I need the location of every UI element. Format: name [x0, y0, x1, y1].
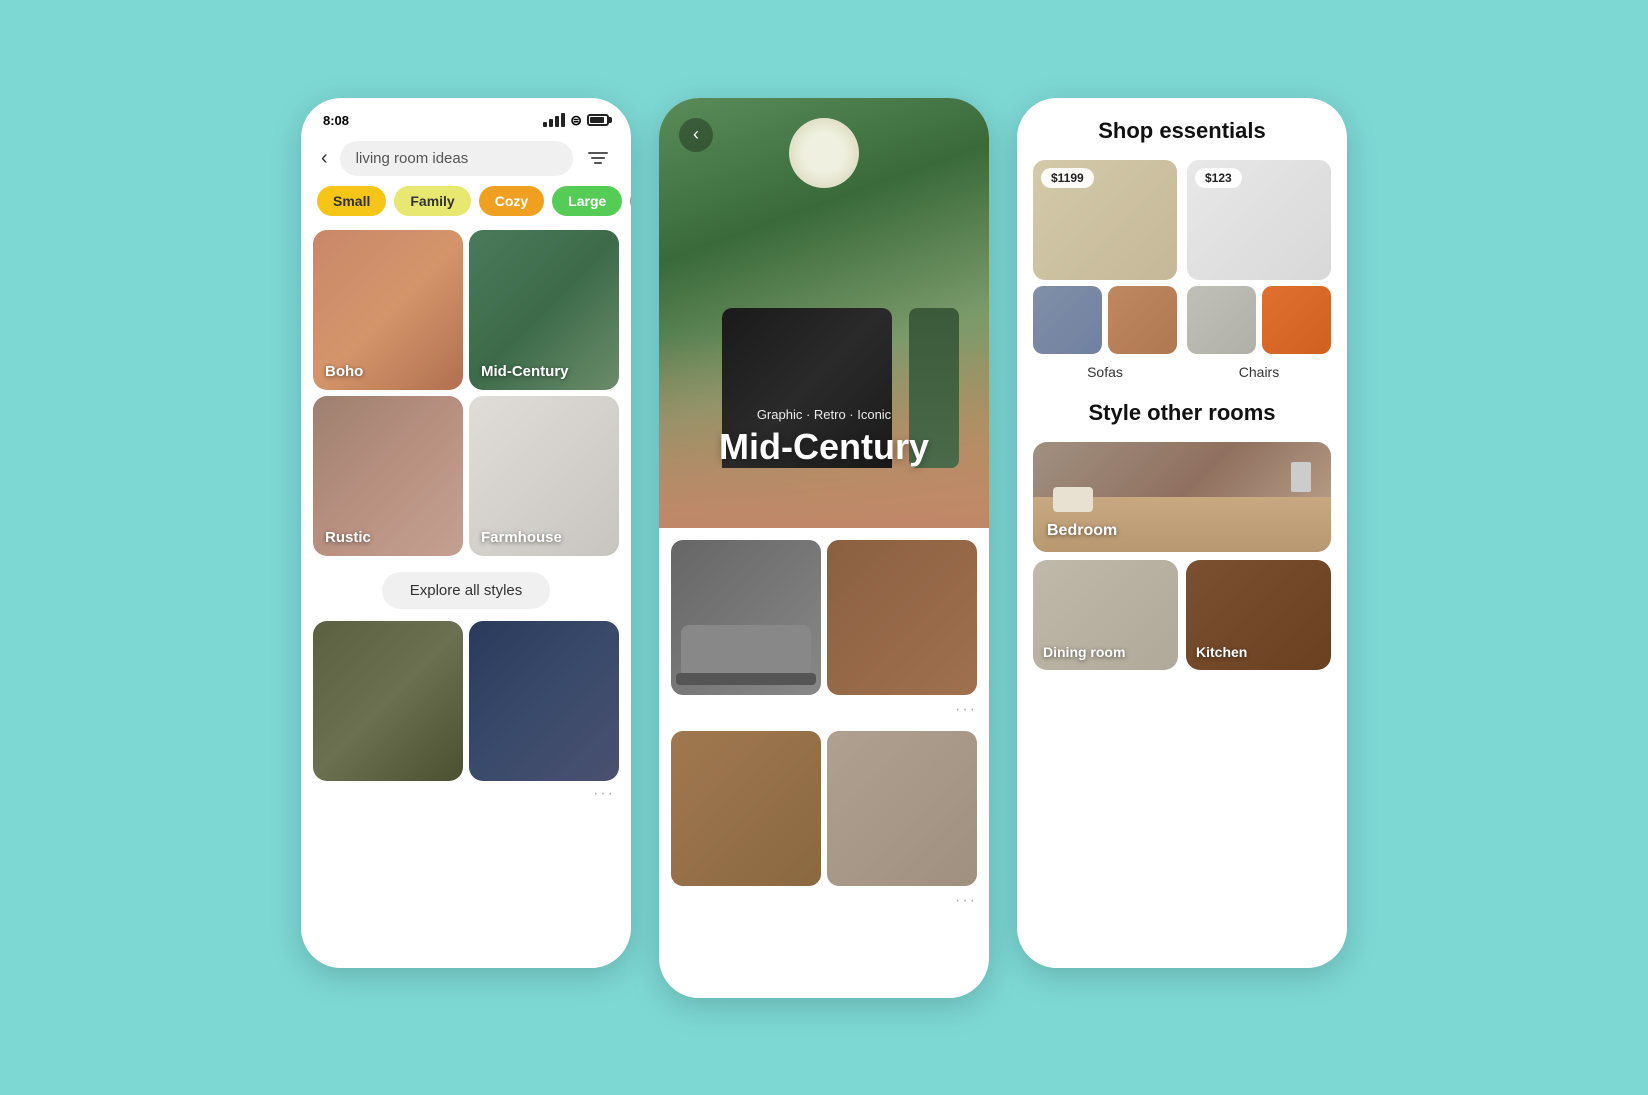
thumb-2[interactable] [827, 540, 977, 695]
filter-icon [588, 151, 608, 165]
thumbs-row-1 [659, 528, 989, 695]
hero-back-button[interactable]: ‹ [679, 118, 713, 152]
hero-text-overlay: Graphic · Retro · Iconic Mid-Century [719, 407, 929, 468]
style-rooms-title: Style other rooms [1033, 400, 1331, 426]
dining-label: Dining room [1043, 644, 1125, 660]
shop-section-title: Shop essentials [1033, 118, 1331, 144]
sofa-sub-1[interactable] [1033, 286, 1102, 354]
tags-row: Small Family Cozy Large Lay... [301, 186, 631, 230]
chair-main-item[interactable]: $123 [1187, 160, 1331, 280]
status-bar: 8:08 ⊜ [301, 98, 631, 135]
dots-row-2b: ··· [659, 886, 989, 916]
chair-sub-1[interactable] [1187, 286, 1256, 354]
tag-family[interactable]: Family [394, 186, 470, 216]
hero-lamp-decoration [789, 118, 859, 188]
phone-midcentury: ‹ Graphic · Retro · Iconic Mid-Century ·… [659, 98, 989, 998]
photo-item-2[interactable] [469, 621, 619, 781]
rooms-bottom-row: Dining room Kitchen [1033, 560, 1331, 670]
kitchen-label: Kitchen [1196, 644, 1247, 660]
search-bar-row: ‹ [301, 135, 631, 186]
room-bedroom[interactable]: Bedroom [1033, 442, 1331, 552]
signal-icon [543, 113, 565, 127]
style-midcentury[interactable]: Mid-Century [469, 230, 619, 390]
tag-small[interactable]: Small [317, 186, 386, 216]
phone-search: 8:08 ⊜ ‹ Small Family Co [301, 98, 631, 968]
explore-btn-row: Explore all styles [301, 556, 631, 621]
battery-icon [587, 114, 609, 126]
sofas-column: $1199 Sofas [1033, 160, 1177, 380]
thumb-3[interactable] [671, 731, 821, 886]
style-rustic-label: Rustic [325, 529, 371, 546]
phones-container: 8:08 ⊜ ‹ Small Family Co [301, 98, 1347, 998]
shop-grid: $1199 Sofas $123 [1033, 160, 1331, 380]
filter-button[interactable] [581, 141, 615, 175]
photo-item-1[interactable] [313, 621, 463, 781]
sofas-label: Sofas [1033, 364, 1177, 380]
bottom-photos [301, 621, 631, 781]
pillow-decoration [1053, 487, 1093, 512]
styles-grid: Boho Mid-Century Rustic Farmhouse [301, 230, 631, 556]
hero-title: Mid-Century [719, 426, 929, 468]
style-farmhouse[interactable]: Farmhouse [469, 396, 619, 556]
thumbs-row-2 [659, 725, 989, 886]
room-kitchen[interactable]: Kitchen [1186, 560, 1331, 670]
style-boho[interactable]: Boho [313, 230, 463, 390]
status-icons: ⊜ [543, 112, 609, 129]
lamp-decoration [1291, 462, 1311, 492]
search-input[interactable] [340, 141, 573, 176]
chair-price-badge: $123 [1195, 168, 1242, 188]
style-rustic[interactable]: Rustic [313, 396, 463, 556]
phone-shop: Shop essentials $1199 Sofas $12 [1017, 98, 1347, 968]
more-dots-2b: ··· [955, 892, 977, 910]
hero-subtitle: Graphic · Retro · Iconic [719, 407, 929, 422]
phone3-content: Shop essentials $1199 Sofas $12 [1017, 98, 1347, 686]
chair-sub-items [1187, 286, 1331, 354]
room-dining[interactable]: Dining room [1033, 560, 1178, 670]
explore-all-button[interactable]: Explore all styles [382, 572, 551, 609]
sofa-price-badge: $1199 [1041, 168, 1094, 188]
tag-layout[interactable]: Lay... [630, 186, 631, 216]
chair-sub-2[interactable] [1262, 286, 1331, 354]
more-dots-2a: ··· [955, 701, 977, 719]
chairs-label: Chairs [1187, 364, 1331, 380]
chairs-column: $123 Chairs [1187, 160, 1331, 380]
tag-cozy[interactable]: Cozy [479, 186, 544, 216]
sofa-decoration-1 [681, 625, 811, 675]
back-button[interactable]: ‹ [317, 143, 332, 174]
style-midcentury-label: Mid-Century [481, 363, 569, 380]
style-boho-label: Boho [325, 363, 363, 380]
tag-large[interactable]: Large [552, 186, 622, 216]
style-rooms-grid: Bedroom Dining room Kitchen [1033, 442, 1331, 670]
style-farmhouse-label: Farmhouse [481, 529, 562, 546]
dots-row-2a: ··· [659, 695, 989, 725]
sofa-sub-items [1033, 286, 1177, 354]
sofa-sub-2[interactable] [1108, 286, 1177, 354]
thumb-1[interactable] [671, 540, 821, 695]
thumb-4[interactable] [827, 731, 977, 886]
hero-section: ‹ Graphic · Retro · Iconic Mid-Century [659, 98, 989, 528]
more-dots: ··· [593, 785, 615, 803]
dots-row-1: ··· [301, 781, 631, 807]
bedroom-label: Bedroom [1047, 522, 1117, 540]
rug-decoration-1 [676, 673, 816, 685]
sofa-main-item[interactable]: $1199 [1033, 160, 1177, 280]
time-display: 8:08 [323, 113, 349, 128]
wifi-icon: ⊜ [570, 112, 582, 129]
